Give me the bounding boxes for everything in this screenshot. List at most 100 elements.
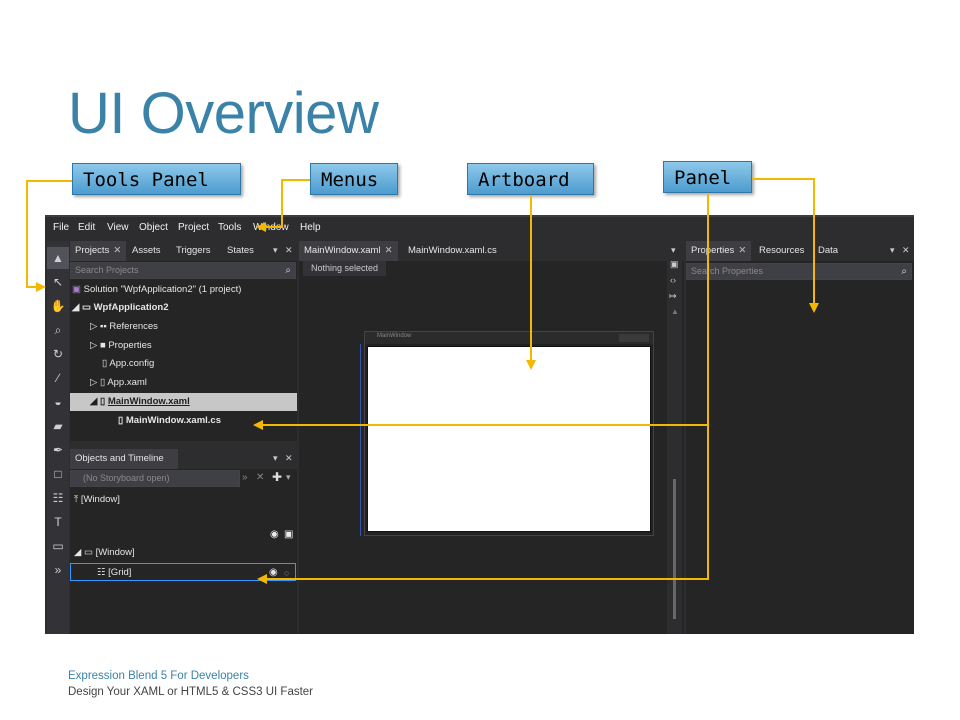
tab-properties[interactable]: Properties ✕: [686, 241, 752, 261]
solution-icon: ▣: [72, 284, 81, 295]
tab-states[interactable]: States: [222, 241, 259, 261]
more-tools-icon[interactable]: »: [47, 559, 69, 581]
selection-icon[interactable]: ▲: [47, 247, 69, 269]
project-icon: ▭: [81, 302, 91, 313]
footer-line-1: Expression Blend 5 For Developers: [68, 670, 249, 682]
tree-window-root[interactable]: ⤒ [Window]: [74, 491, 296, 509]
tab-resources[interactable]: Resources: [754, 241, 809, 261]
tab-objects-timeline[interactable]: Objects and Timeline: [70, 449, 178, 469]
split-icon[interactable]: ↦: [669, 291, 677, 302]
up-arrow-icon: ⤒: [74, 494, 79, 505]
close-icon[interactable]: ✕: [285, 453, 293, 464]
tab-projects[interactable]: Projects ✕: [70, 241, 127, 261]
tree-mainwindow-xaml[interactable]: ◢ ▯ MainWindow.xaml: [70, 393, 297, 411]
eye-icon[interactable]: ◉: [269, 564, 278, 582]
tree-mainwindow-xaml-label: MainWindow.xaml: [107, 396, 190, 407]
menu-edit[interactable]: Edit: [78, 222, 95, 233]
pin-icon[interactable]: ▾: [890, 245, 895, 256]
tree-project[interactable]: ◢ ▭ WpfApplication2: [72, 299, 296, 317]
vertical-scrollbar[interactable]: [673, 479, 676, 619]
tab-mainwindow-xaml[interactable]: MainWindow.xaml ✕: [299, 241, 398, 261]
expand-icon[interactable]: ▷: [90, 377, 97, 388]
add-storyboard-icon[interactable]: ✚: [272, 470, 282, 484]
chevron-down-icon[interactable]: ▾: [286, 472, 291, 483]
tree-properties[interactable]: ▷ ■ Properties: [90, 337, 296, 355]
window-content[interactable]: [367, 346, 651, 532]
tab-triggers[interactable]: Triggers: [171, 241, 216, 261]
eraser-icon[interactable]: ▰: [47, 415, 69, 437]
tree-app-config[interactable]: ▯ App.config: [102, 355, 296, 373]
menu-project[interactable]: Project: [178, 222, 209, 233]
slide-title: UI Overview: [68, 81, 379, 146]
close-icon[interactable]: ✕: [285, 245, 293, 256]
references-icon: ▪▪: [99, 321, 107, 332]
blend-application-window: File Edit View Object Project Tools Wind…: [45, 215, 914, 634]
tree-references[interactable]: ▷ ▪▪ References: [90, 318, 296, 336]
expand-icon[interactable]: ◢: [90, 396, 97, 407]
search-projects-input[interactable]: Search Projects ⌕: [70, 262, 296, 279]
tab-projects-label: Projects: [75, 245, 110, 256]
tab-mainwindow-xaml-label: MainWindow.xaml: [304, 245, 381, 256]
tab-data[interactable]: Data: [813, 241, 843, 261]
rectangle-icon[interactable]: □: [47, 463, 69, 485]
pen-icon[interactable]: ✒: [47, 439, 69, 461]
menu-file[interactable]: File: [53, 222, 69, 233]
tab-mainwindow-cs[interactable]: MainWindow.xaml.cs: [403, 241, 502, 261]
collapse-icon[interactable]: »: [242, 472, 248, 483]
close-storyboard-icon[interactable]: ✕: [256, 472, 264, 483]
callout-menus: Menus: [310, 163, 398, 195]
tree-mainwindow-cs[interactable]: ▯ MainWindow.xaml.cs: [118, 412, 296, 430]
expand-icon[interactable]: ▷: [90, 321, 97, 332]
lock-icon[interactable]: ○: [284, 564, 289, 582]
grid-icon[interactable]: ☷: [47, 487, 69, 509]
callout-panel: Panel: [663, 161, 752, 193]
properties-tabs: Properties ✕ Resources Data ▾ ✕: [686, 241, 914, 261]
zoom-icon[interactable]: ⌕: [47, 319, 69, 341]
text-icon[interactable]: T: [47, 511, 69, 533]
eyedropper-icon[interactable]: ⁄: [47, 367, 69, 389]
menu-tools[interactable]: Tools: [218, 222, 241, 233]
camera-orbit-icon[interactable]: ↻: [47, 343, 69, 365]
pin-icon[interactable]: ▾: [273, 453, 278, 464]
search-properties-input[interactable]: Search Properties ⌕: [686, 263, 912, 280]
expand-icon[interactable]: ◢: [74, 547, 81, 558]
menu-bar: File Edit View Object Project Tools Wind…: [45, 215, 914, 238]
close-icon[interactable]: ✕: [385, 245, 393, 256]
menu-help[interactable]: Help: [300, 222, 321, 233]
tree-grid[interactable]: ☷ [Grid] ◉ ○: [70, 563, 296, 581]
tree-window-root-label: [Window]: [80, 494, 120, 505]
code-icon[interactable]: ‹›: [670, 275, 676, 285]
close-icon[interactable]: ✕: [738, 245, 746, 256]
menu-window[interactable]: Window: [253, 222, 289, 233]
pan-icon[interactable]: ✋: [47, 295, 69, 317]
expand-icon[interactable]: ◢: [72, 302, 79, 313]
properties-panel: Properties ✕ Resources Data ▾ ✕ Search Pr…: [686, 241, 914, 634]
scroll-up-icon[interactable]: ▲: [671, 307, 679, 316]
menu-object[interactable]: Object: [139, 222, 168, 233]
menu-view[interactable]: View: [107, 222, 129, 233]
tree-app-xaml-label: App.xaml: [107, 377, 147, 388]
file-icon: ▯: [118, 415, 124, 426]
search-icon: ⌕: [901, 266, 907, 277]
pin-icon[interactable]: ▾: [273, 245, 278, 256]
storyboard-selector[interactable]: (No Storyboard open): [70, 470, 240, 487]
tab-assets[interactable]: Assets: [127, 241, 166, 261]
callout-icon[interactable]: ▭: [47, 535, 69, 557]
artboard-window-frame[interactable]: MainWindow: [360, 331, 654, 536]
lock-icon[interactable]: ▣: [284, 529, 293, 540]
paint-bucket-icon[interactable]: ◒: [47, 391, 69, 413]
expand-icon[interactable]: ▷: [90, 340, 97, 351]
tree-app-xaml[interactable]: ▷ ▯ App.xaml: [90, 374, 296, 392]
eye-icon[interactable]: ◉: [270, 529, 279, 540]
close-icon[interactable]: ✕: [113, 245, 121, 256]
window-icon: ▭: [83, 547, 93, 558]
tree-solution[interactable]: ▣ Solution "WpfApplication2" (1 project): [72, 281, 296, 299]
zoom-fit-icon[interactable]: ▣: [670, 259, 679, 270]
direct-selection-icon[interactable]: ↖: [47, 271, 69, 293]
storyboard-label: (No Storyboard open): [83, 473, 170, 483]
close-icon[interactable]: ✕: [902, 245, 910, 256]
tree-mainwindow-cs-label: MainWindow.xaml.cs: [125, 415, 221, 426]
objects-timeline-panel: Objects and Timeline ▾ ✕ (No Storyboard …: [70, 449, 297, 634]
footer-line-2: Design Your XAML or HTML5 & CSS3 UI Fast…: [68, 686, 314, 698]
tree-window[interactable]: ◢ ▭ [Window]: [74, 544, 296, 562]
